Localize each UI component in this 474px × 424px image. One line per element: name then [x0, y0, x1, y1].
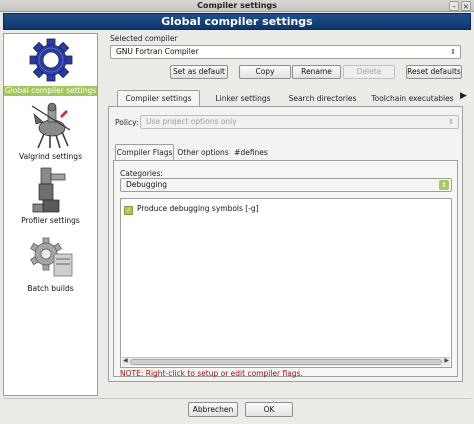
- selected-compiler-label: Selected compiler: [110, 34, 178, 43]
- copy-button[interactable]: Copy: [239, 65, 291, 79]
- tab-other-options[interactable]: Other options: [176, 145, 230, 161]
- window-titlebar[interactable]: Compiler settings – ×: [0, 0, 474, 12]
- tab-defines[interactable]: #defines: [232, 145, 270, 161]
- profiler-icon: [32, 167, 65, 213]
- reset-defaults-button[interactable]: Reset defaults: [406, 65, 462, 79]
- sidebar: Global compiler settings Valgrind settin…: [3, 33, 98, 396]
- scroll-right-icon[interactable]: ▶: [444, 357, 449, 364]
- compiler-flags-note: NOTE: Right-click to setup or edit compi…: [120, 369, 303, 378]
- policy-label: Policy:: [115, 118, 139, 127]
- window-title: Compiler settings: [197, 1, 277, 10]
- sidebar-item-valgrind[interactable]: Valgrind settings: [4, 100, 97, 162]
- sidebar-item-label: Global compiler settings: [4, 86, 97, 96]
- compiler-select[interactable]: GNU Fortran Compiler ⇕: [110, 45, 461, 59]
- scroll-left-icon[interactable]: ◀: [123, 357, 128, 364]
- set-as-default-button[interactable]: Set as default: [170, 65, 228, 79]
- horizontal-scrollbar[interactable]: ◀ ▶: [122, 357, 450, 366]
- rename-button[interactable]: Rename: [292, 65, 341, 79]
- minimize-button[interactable]: –: [449, 1, 459, 11]
- tab-search-directories[interactable]: Search directories: [284, 91, 361, 107]
- gear-icon: [29, 38, 72, 82]
- flag-debugging-symbols[interactable]: ✓ Produce debugging symbols [-g]: [124, 203, 259, 215]
- tab-toolchain-executables[interactable]: Toolchain executables: [369, 91, 456, 107]
- tab-compiler-settings[interactable]: Compiler settings: [117, 90, 200, 106]
- categories-select[interactable]: Debugging ⇕: [120, 178, 452, 192]
- ok-button[interactable]: OK: [245, 402, 293, 417]
- chevron-updown-icon: ⇕: [439, 180, 449, 190]
- categories-select-value: Debugging: [126, 180, 168, 189]
- policy-select[interactable]: Use project options only ⇕: [140, 115, 459, 129]
- chevron-updown-icon: ⇕: [450, 48, 456, 56]
- scrollbar-thumb[interactable]: [130, 359, 442, 365]
- sidebar-item-global-compiler[interactable]: Global compiler settings: [4, 36, 97, 96]
- batch-builds-icon: [29, 237, 72, 277]
- delete-button[interactable]: Delete: [343, 65, 395, 79]
- page-title: Global compiler settings: [3, 13, 471, 30]
- policy-select-value: Use project options only: [146, 117, 237, 126]
- sidebar-item-label: Valgrind settings: [19, 152, 82, 161]
- close-button[interactable]: ×: [461, 1, 471, 11]
- valgrind-knight-icon: [31, 102, 70, 149]
- footer-divider: [3, 398, 471, 399]
- sidebar-item-label: Profiler settings: [21, 216, 80, 225]
- flag-label: Produce debugging symbols [-g]: [137, 204, 259, 213]
- tab-linker-settings[interactable]: Linker settings: [207, 91, 279, 107]
- chevron-updown-icon: ⇕: [448, 118, 454, 126]
- sidebar-item-label: Batch builds: [27, 284, 74, 293]
- tab-compiler-flags[interactable]: Compiler Flags: [115, 144, 174, 160]
- tab-scroll-right-icon[interactable]: ▶: [460, 91, 467, 101]
- compiler-select-value: GNU Fortran Compiler: [116, 47, 199, 56]
- sidebar-item-batch-builds[interactable]: Batch builds: [4, 232, 97, 294]
- cancel-button[interactable]: Abbrechen: [188, 402, 238, 417]
- sidebar-item-profiler[interactable]: Profiler settings: [4, 166, 97, 226]
- categories-label: Categories:: [120, 169, 163, 178]
- compiler-flags-list[interactable]: ✓ Produce debugging symbols [-g] ◀ ▶: [120, 198, 452, 368]
- checkbox-checked-icon[interactable]: ✓: [124, 206, 133, 215]
